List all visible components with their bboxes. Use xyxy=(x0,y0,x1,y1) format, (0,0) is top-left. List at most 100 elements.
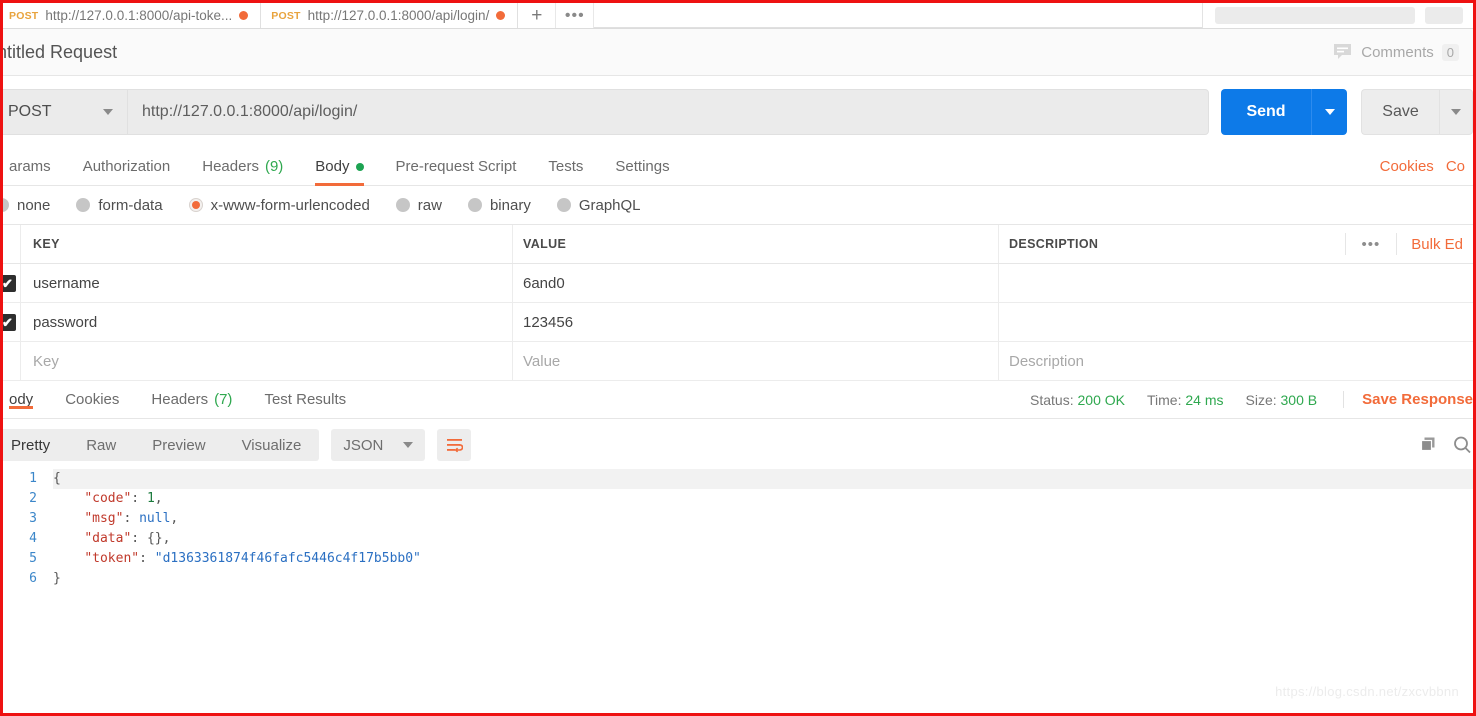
body-type-raw-label: raw xyxy=(417,196,442,214)
size-value: 300 B xyxy=(1280,391,1318,408)
json-key-data: "data" xyxy=(84,531,132,546)
checkbox-checked-icon[interactable]: ✔ xyxy=(3,313,16,331)
url-input-value: http://127.0.0.1:8000/api/login/ xyxy=(142,103,358,120)
placeholder-control-wide xyxy=(1215,7,1415,24)
response-stats: Status: 200 OK Time: 24 ms Size: 300 B S… xyxy=(1030,391,1473,408)
body-type-graphql-label: GraphQL xyxy=(578,196,641,214)
radio-icon xyxy=(395,198,410,212)
response-json-code[interactable]: { "code": 1, "msg": null, "data": {}, "t… xyxy=(49,469,1473,589)
row-key-input[interactable]: password xyxy=(21,303,513,341)
response-language-select[interactable]: JSON xyxy=(331,429,426,461)
code-link[interactable]: Co xyxy=(1434,148,1473,185)
response-tab-test-results-label: Test Results xyxy=(264,391,347,408)
new-key-input[interactable]: Key xyxy=(21,342,513,380)
tab-headers[interactable]: Headers (9) xyxy=(186,148,299,185)
segment-pretty[interactable]: Pretty xyxy=(3,429,68,461)
code-line: { xyxy=(53,469,1473,489)
new-description-input[interactable]: Description xyxy=(999,342,1473,380)
size-label: Size: xyxy=(1245,391,1277,408)
cookies-link[interactable]: Cookies xyxy=(1380,148,1434,185)
response-tab-body-label: ody xyxy=(9,391,34,408)
response-tab-headers[interactable]: Headers (7) xyxy=(135,391,248,408)
row-checkbox-cell[interactable]: ✔ xyxy=(3,303,21,341)
tab-tests[interactable]: Tests xyxy=(532,148,599,185)
plus-icon: + xyxy=(531,5,543,26)
response-tabs-bar: ody Cookies Headers (7) Test Results Sta… xyxy=(3,381,1473,419)
body-type-raw[interactable]: raw xyxy=(395,196,442,214)
tab-params[interactable]: arams xyxy=(3,148,67,185)
new-tab-button[interactable]: + xyxy=(518,3,557,28)
body-type-none[interactable]: none xyxy=(3,197,50,214)
header-value-label: VALUE xyxy=(523,237,567,251)
segment-visualize[interactable]: Visualize xyxy=(224,429,320,461)
request-tab-1[interactable]: POST http://127.0.0.1:8000/api-toke... xyxy=(3,3,262,28)
tab-authorization[interactable]: Authorization xyxy=(67,148,187,185)
body-type-urlencoded-label: x-www-form-urlencoded xyxy=(210,196,370,214)
body-type-binary[interactable]: binary xyxy=(467,196,531,214)
copy-icon[interactable] xyxy=(1419,435,1439,455)
tab-bar-right-controls xyxy=(1202,3,1473,28)
tab-tests-label: Tests xyxy=(548,158,584,175)
bulk-edit-button[interactable]: Bulk Ed xyxy=(1396,233,1473,255)
response-tab-headers-count: (7) xyxy=(214,391,233,408)
http-method-value: POST xyxy=(8,103,52,120)
line-number: 5 xyxy=(29,551,37,566)
line-number-gutter: 1 2 3 4 5 6 xyxy=(3,469,49,589)
status-badge: Status: 200 OK xyxy=(1030,392,1125,408)
send-options-button[interactable] xyxy=(1311,89,1347,135)
http-method-select[interactable]: POST xyxy=(3,89,127,135)
response-language-value: JSON xyxy=(343,436,384,454)
segment-raw[interactable]: Raw xyxy=(68,429,134,461)
tab-options-button[interactable]: ••• xyxy=(556,3,595,28)
request-tab-2[interactable]: POST http://127.0.0.1:8000/api/login/ xyxy=(261,3,519,28)
search-icon[interactable] xyxy=(1453,435,1471,455)
table-header-actions: ••• Bulk Ed xyxy=(1344,233,1473,255)
segment-preview[interactable]: Preview xyxy=(134,429,223,461)
body-type-graphql[interactable]: GraphQL xyxy=(556,196,641,214)
save-button[interactable]: Save xyxy=(1361,89,1439,135)
save-button-group: Save xyxy=(1361,89,1473,135)
table-row-empty: Key Value Description xyxy=(3,342,1473,381)
row-description-input[interactable] xyxy=(999,303,1473,341)
tab-body[interactable]: Body xyxy=(299,148,379,186)
code-line: "msg": null, xyxy=(84,511,179,526)
send-button[interactable]: Send xyxy=(1221,89,1311,135)
response-tab-cookies[interactable]: Cookies xyxy=(49,391,135,408)
line-number: 2 xyxy=(29,491,37,506)
row-key-input[interactable]: username xyxy=(21,264,513,302)
comment-icon xyxy=(1334,44,1352,59)
request-tabs-spacer xyxy=(686,148,1380,185)
response-format-segments: Pretty Raw Preview Visualize xyxy=(3,429,320,461)
url-bar: POST http://127.0.0.1:8000/api/login/ Se… xyxy=(3,76,1473,148)
tab-settings[interactable]: Settings xyxy=(599,148,685,185)
body-type-urlencoded[interactable]: x-www-form-urlencoded xyxy=(188,196,370,214)
body-type-binary-label: binary xyxy=(489,196,531,214)
tab-body-label: Body xyxy=(315,158,350,175)
line-number: 3 xyxy=(29,511,37,526)
tab-pre-request-script-label: Pre-request Script xyxy=(395,158,517,175)
save-options-button[interactable] xyxy=(1439,89,1473,135)
url-input[interactable]: http://127.0.0.1:8000/api/login/ xyxy=(127,89,1209,135)
comments-button[interactable]: Comments 0 xyxy=(1333,43,1459,61)
ellipsis-icon: ••• xyxy=(564,6,585,24)
row-description-input[interactable] xyxy=(999,264,1473,302)
row-checkbox-cell[interactable]: ✔ xyxy=(3,264,21,302)
ellipsis-icon[interactable]: ••• xyxy=(1344,233,1397,255)
response-tab-test-results[interactable]: Test Results xyxy=(248,391,362,408)
json-key-code: "code" xyxy=(84,491,132,506)
body-type-form-data[interactable]: form-data xyxy=(76,196,163,214)
request-title-row: ntitled Request Comments 0 xyxy=(3,29,1473,76)
time-value: 24 ms xyxy=(1185,391,1224,408)
row-value-input[interactable]: 6and0 xyxy=(513,264,999,302)
word-wrap-button[interactable] xyxy=(437,429,472,461)
body-type-form-data-label: form-data xyxy=(98,196,163,214)
tab-pre-request-script[interactable]: Pre-request Script xyxy=(380,148,533,185)
tab-authorization-label: Authorization xyxy=(82,158,171,175)
save-response-button[interactable]: Save Response xyxy=(1343,391,1473,408)
header-value: VALUE xyxy=(513,225,999,263)
row-value-input[interactable]: 123456 xyxy=(513,303,999,341)
new-value-input[interactable]: Value xyxy=(513,342,999,380)
row-checkbox-cell-empty[interactable] xyxy=(3,342,21,380)
response-tab-body[interactable]: ody xyxy=(3,391,49,409)
checkbox-checked-icon[interactable]: ✔ xyxy=(3,274,16,292)
